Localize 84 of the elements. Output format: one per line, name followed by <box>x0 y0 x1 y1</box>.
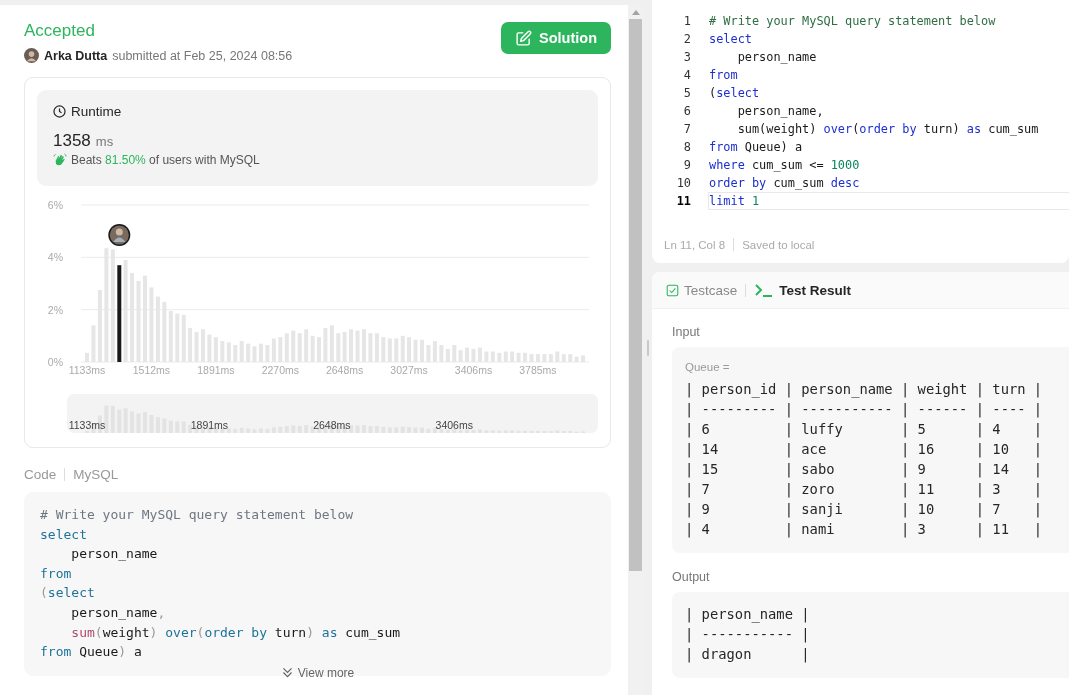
runtime-unit: ms <box>95 134 114 149</box>
x-tick-label: 1133ms <box>68 364 106 376</box>
x-tick-label: 1512ms <box>132 364 171 376</box>
x-tick-label: 2270ms <box>261 364 299 376</box>
overview-label: 1891ms <box>190 419 229 431</box>
line-number: 7 <box>682 122 692 136</box>
line-number: 8 <box>682 140 692 154</box>
overview-label: 1133ms <box>68 419 106 431</box>
submission-status: Accepted <box>24 21 96 41</box>
code-line: from <box>708 67 739 84</box>
line-number: 2 <box>682 32 692 46</box>
y-tick-label: 0% <box>47 356 63 368</box>
line-number: 1 <box>682 14 692 28</box>
code-line: person_name, <box>736 103 825 120</box>
table-line: | 4 | nami | 3 | 11 | <box>685 520 1044 539</box>
table-line: | 6 | luffy | 5 | 4 | <box>685 420 1044 439</box>
x-tick-label: 3785ms <box>519 364 557 376</box>
code-line: person_name <box>736 49 818 66</box>
overview-label: 2648ms <box>313 419 351 431</box>
save-status: Saved to local <box>742 238 815 251</box>
beats-sentence: Beats 81.50% of users with MySQL <box>71 153 260 167</box>
output-label: Output <box>672 570 711 584</box>
code-line: select <box>40 525 88 544</box>
code-line: person_name <box>70 545 159 564</box>
code-line: (select <box>708 85 761 102</box>
console-tab[interactable]: Test Result <box>754 282 852 298</box>
code-line: select <box>708 31 753 48</box>
table-line: | person_id | person_name | weight | turn | <box>685 380 1044 399</box>
table-name: Queue = <box>685 361 731 373</box>
code-line: where cum_sum <= 1000 <box>708 157 861 174</box>
line-number: 10 <box>675 176 692 190</box>
table-line: | 14 | ace | 16 | 10 | <box>685 440 1044 459</box>
checkbox-icon <box>666 283 679 297</box>
code-editor[interactable] <box>652 0 1069 263</box>
edit-icon <box>515 29 532 47</box>
code-line: from <box>40 564 73 583</box>
scrollbar[interactable] <box>628 5 643 695</box>
table-line: | ----------- | <box>685 625 811 644</box>
code-line: from Queue) a <box>40 643 143 662</box>
code-label: Code <box>24 467 57 482</box>
table-line: | 7 | zoro | 11 | 3 | <box>685 480 1044 499</box>
x-tick-label: 3406ms <box>454 364 493 376</box>
runtime-value: 1358 <box>53 131 91 151</box>
y-tick-label: 6% <box>47 199 63 211</box>
line-number: 9 <box>682 158 692 172</box>
language-label: MySQL <box>73 467 119 482</box>
input-label: Input <box>672 325 701 339</box>
table-line: | dragon | <box>685 645 811 664</box>
code-line: # Write your MySQL query statement below <box>40 506 355 524</box>
chevron-down-icon <box>280 666 294 680</box>
hand-icon <box>53 153 67 167</box>
table-line: | person_name | <box>685 605 811 624</box>
line-number: 6 <box>682 104 692 118</box>
table-line: | --------- | ----------- | ------ | ---- | <box>685 400 1044 419</box>
submission-time: submitted at Feb 25, 2024 08:56 <box>112 48 293 63</box>
code-line: order by cum_sum desc <box>708 175 861 192</box>
x-tick-label: 1891ms <box>197 364 235 376</box>
author-name[interactable]: Arka Dutta <box>44 48 108 63</box>
code-line: (select <box>40 584 96 603</box>
x-tick-label: 2648ms <box>325 364 364 376</box>
code-line: limit 1 <box>708 192 1069 210</box>
x-tick-label: 3027ms <box>390 364 428 376</box>
line-number: 3 <box>682 50 692 64</box>
y-tick-label: 2% <box>47 303 63 316</box>
line-number: 11 <box>675 194 692 208</box>
console-tab[interactable]: Testcase <box>666 282 738 298</box>
line-number: 5 <box>682 86 692 100</box>
y-tick-label: 4% <box>47 251 63 264</box>
avatar-marker-icon <box>108 224 131 246</box>
table-line: | 9 | sanji | 10 | 7 | <box>685 500 1044 519</box>
code-line: sum(weight) over(order by turn) as cum_sum <box>70 623 402 642</box>
cursor-position: Ln 11, Col 8 <box>664 238 726 251</box>
avatar-icon <box>24 48 39 63</box>
clock-icon <box>53 105 66 118</box>
terminal-icon <box>754 283 775 297</box>
overview-label: 3406ms <box>435 419 473 431</box>
code-line: from Queue) a <box>708 139 804 156</box>
table-line: | 15 | sabo | 9 | 14 | <box>685 460 1044 479</box>
code-line: person_name, <box>70 603 167 622</box>
line-number: 4 <box>682 68 692 82</box>
code-line: # Write your MySQL query statement below <box>708 13 997 30</box>
code-line: sum(weight) over(order by turn) as cum_sum <box>736 121 1040 138</box>
runtime-label: Runtime <box>71 104 122 119</box>
view-more-link[interactable]: View more <box>272 665 363 680</box>
